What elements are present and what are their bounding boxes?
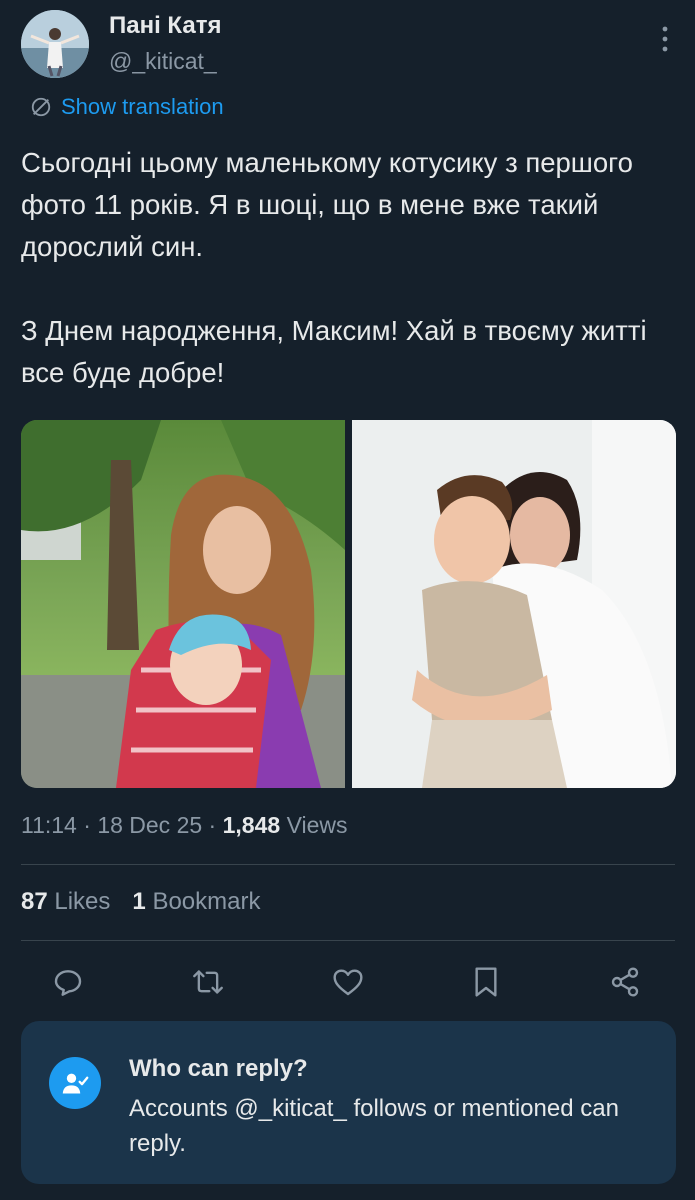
divider [21, 940, 675, 941]
photo-mother-and-son[interactable] [352, 420, 676, 788]
meta-separator: · [76, 812, 98, 838]
tweet-header: Пані Катя @_kiticat_ [21, 10, 681, 80]
tweet-paragraph: Сьогодні цьому маленькому котусику з пер… [21, 147, 633, 262]
tweet-text: Сьогодні цьому маленькому котусику з пер… [21, 142, 676, 394]
translate-icon [31, 97, 51, 117]
bookmarks-label: Bookmark [152, 888, 261, 915]
author-handle[interactable]: @_kiticat_ [109, 48, 217, 75]
who-can-reply-description: Accounts @_kiticat_ follows or mentioned… [129, 1095, 619, 1157]
more-options-icon[interactable] [653, 24, 677, 54]
meta-separator: · [202, 812, 223, 838]
like-icon[interactable] [326, 960, 370, 1004]
tweet-actions [21, 960, 676, 1006]
tweet-date: 18 Dec 25 [97, 812, 203, 838]
tweet-meta: 11:14 · 18 Dec 25 · 1,848 Views [21, 812, 348, 839]
show-translation-link[interactable]: Show translation [30, 92, 224, 122]
likes-count: 87 [21, 888, 48, 915]
views-label: Views [286, 812, 348, 838]
show-translation-label: Show translation [61, 94, 224, 119]
who-can-reply-title: Who can reply? [129, 1055, 308, 1082]
reply-icon[interactable] [46, 960, 90, 1004]
bookmark-icon[interactable] [464, 960, 508, 1004]
photo-mother-with-baby[interactable] [21, 420, 345, 788]
tweet-time: 11:14 [21, 812, 77, 838]
bookmarks-count: 1 [132, 888, 146, 915]
divider [21, 864, 675, 865]
mention-user-icon [49, 1057, 101, 1109]
bookmarks-stat[interactable]: 1 Bookmark [132, 888, 260, 915]
retweet-icon[interactable] [186, 960, 230, 1004]
share-icon[interactable] [603, 960, 647, 1004]
likes-label: Likes [54, 888, 111, 915]
likes-stat[interactable]: 87 Likes [21, 888, 110, 915]
views-count: 1,848 [222, 812, 281, 838]
author-avatar[interactable] [21, 10, 89, 78]
tweet-stats: 87 Likes 1 Bookmark [21, 888, 260, 916]
author-display-name[interactable]: Пані Катя [109, 12, 221, 40]
who-can-reply-card: Who can reply? Accounts @_kiticat_ follo… [21, 1021, 676, 1184]
tweet-media [21, 420, 676, 788]
tweet-paragraph: З Днем народження, Максим! Хай в твоєму … [21, 315, 647, 388]
